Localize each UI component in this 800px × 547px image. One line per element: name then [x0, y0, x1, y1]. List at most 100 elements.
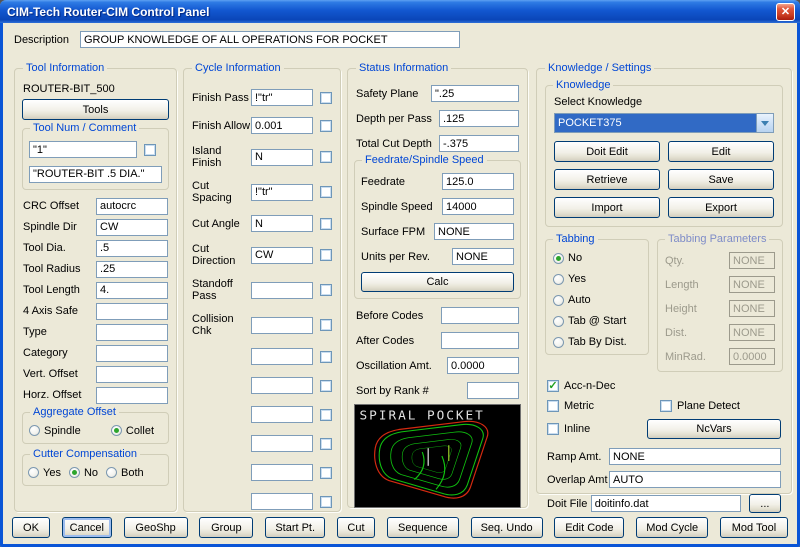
cut-direction-field[interactable] — [251, 246, 313, 264]
start-pt-button[interactable]: Start Pt. — [265, 517, 326, 538]
tab-at-start-radio[interactable] — [553, 315, 564, 327]
geoshp-button[interactable]: GeoShp — [123, 517, 188, 538]
cutter-yes-radio[interactable] — [28, 467, 39, 478]
ncvars-button[interactable]: NcVars — [647, 419, 781, 439]
cycle-extra-checkbox[interactable] — [320, 495, 332, 508]
surface-fpm-field[interactable] — [434, 223, 514, 240]
island-finish-checkbox[interactable] — [320, 151, 332, 163]
axis-safe-field[interactable] — [96, 302, 168, 320]
edit-button[interactable]: Edit — [668, 141, 774, 162]
tabbing-auto-radio[interactable] — [553, 294, 564, 306]
retrieve-button[interactable]: Retrieve — [554, 169, 660, 190]
category-field[interactable] — [96, 344, 168, 362]
mod-tool-button[interactable]: Mod Tool — [719, 517, 788, 538]
cycle-extra-field[interactable] — [251, 348, 313, 365]
calc-button[interactable]: Calc — [361, 272, 514, 292]
metric-checkbox[interactable] — [547, 400, 559, 412]
standoff-pass-field[interactable] — [251, 281, 313, 299]
mod-cycle-button[interactable]: Mod Cycle — [636, 517, 709, 538]
cycle-extra-checkbox[interactable] — [320, 466, 332, 479]
knowledge-select[interactable]: POCKET375 — [554, 113, 774, 133]
finish-pass-field[interactable] — [251, 89, 313, 106]
tool-dia-field[interactable] — [96, 239, 168, 257]
cycle-extra-checkbox[interactable] — [320, 350, 332, 363]
cut-spacing-field[interactable] — [251, 183, 313, 201]
aggregate-offset-title: Aggregate Offset — [30, 405, 119, 418]
feedrate-field[interactable] — [442, 173, 514, 190]
knowledge-settings-group: Knowledge / Settings Knowledge Select Kn… — [536, 62, 792, 513]
cut-spacing-checkbox[interactable] — [320, 186, 332, 198]
tool-num-field[interactable] — [29, 141, 137, 158]
crc-offset-label: CRC Offset — [23, 200, 80, 212]
cut-angle-checkbox[interactable] — [320, 217, 332, 230]
edit-code-button[interactable]: Edit Code — [554, 517, 625, 538]
crc-offset-field[interactable] — [96, 197, 168, 215]
tool-radius-field[interactable] — [96, 260, 168, 278]
sequence-button[interactable]: Sequence — [386, 517, 459, 538]
cutter-both-radio[interactable] — [106, 467, 118, 478]
browse-button[interactable]: ... — [748, 494, 781, 513]
standoff-pass-checkbox[interactable] — [320, 284, 332, 296]
tool-comment-field[interactable] — [29, 165, 162, 183]
cycle-extra-checkbox[interactable] — [320, 379, 332, 392]
cycle-extra-checkbox[interactable] — [320, 437, 332, 450]
ok-button[interactable]: OK — [12, 517, 50, 538]
doit-file-field[interactable] — [590, 495, 741, 512]
chevron-down-icon[interactable] — [756, 114, 773, 132]
cut-direction-checkbox[interactable] — [320, 249, 332, 261]
collision-chk-checkbox[interactable] — [320, 319, 332, 331]
type-field[interactable] — [96, 323, 168, 341]
overlap-amt-field[interactable] — [609, 471, 781, 488]
cycle-extra-field[interactable] — [251, 377, 313, 394]
import-button[interactable]: Import — [554, 197, 660, 218]
tool-length-field[interactable] — [96, 281, 168, 299]
island-finish-field[interactable] — [251, 148, 313, 166]
tab-by-dist-radio[interactable] — [553, 336, 564, 348]
cycle-extra-field[interactable] — [251, 464, 313, 481]
units-per-rev-field[interactable] — [452, 248, 514, 265]
tools-button[interactable]: Tools — [22, 99, 169, 120]
vert-offset-field[interactable] — [96, 365, 168, 383]
close-button[interactable]: ✕ — [776, 2, 795, 21]
seq-undo-button[interactable]: Seq. Undo — [470, 517, 543, 538]
group-button[interactable]: Group — [199, 517, 254, 538]
ramp-amt-field[interactable] — [609, 448, 781, 465]
tabbing-title: Tabbing — [553, 233, 598, 245]
depth-per-pass-field[interactable] — [439, 110, 519, 127]
collet-radio[interactable] — [110, 425, 122, 436]
spindle-speed-field[interactable] — [442, 198, 514, 215]
sort-by-rank-label: Sort by Rank # — [356, 384, 429, 397]
collision-chk-field[interactable] — [251, 316, 313, 334]
cycle-extra-field[interactable] — [251, 493, 313, 510]
inline-checkbox[interactable] — [547, 423, 559, 435]
save-button[interactable]: Save — [668, 169, 774, 190]
oscillation-amt-field[interactable] — [447, 357, 519, 374]
cycle-extra-field[interactable] — [251, 406, 313, 423]
horz-offset-field[interactable] — [96, 386, 168, 404]
cut-angle-field[interactable] — [251, 215, 313, 232]
tabbing-no-radio[interactable] — [553, 252, 564, 264]
cut-button[interactable]: Cut — [336, 517, 375, 538]
cancel-button[interactable]: Cancel — [61, 517, 112, 538]
doit-edit-button[interactable]: Doit Edit — [554, 141, 660, 162]
type-label: Type — [23, 326, 47, 338]
spindle-dir-field[interactable] — [96, 218, 168, 236]
finish-allow-field[interactable] — [251, 117, 313, 134]
finish-allow-checkbox[interactable] — [320, 119, 332, 132]
spindle-radio[interactable] — [29, 425, 40, 436]
plane-detect-checkbox[interactable] — [660, 400, 672, 412]
tool-num-checkbox[interactable] — [144, 143, 156, 156]
export-button[interactable]: Export — [668, 197, 774, 218]
cycle-extra-checkbox[interactable] — [320, 408, 332, 421]
after-codes-field[interactable] — [441, 332, 519, 349]
sort-by-rank-field[interactable] — [467, 382, 519, 399]
cycle-extra-field[interactable] — [251, 435, 313, 452]
finish-pass-checkbox[interactable] — [320, 91, 332, 104]
description-field[interactable] — [80, 31, 460, 48]
total-cut-depth-field[interactable] — [439, 135, 519, 152]
acc-n-dec-checkbox[interactable]: ✓ — [547, 380, 559, 392]
cutter-no-radio[interactable] — [68, 467, 80, 478]
before-codes-field[interactable] — [441, 307, 519, 324]
tabbing-yes-radio[interactable] — [553, 273, 564, 285]
safety-plane-field[interactable] — [431, 85, 519, 102]
